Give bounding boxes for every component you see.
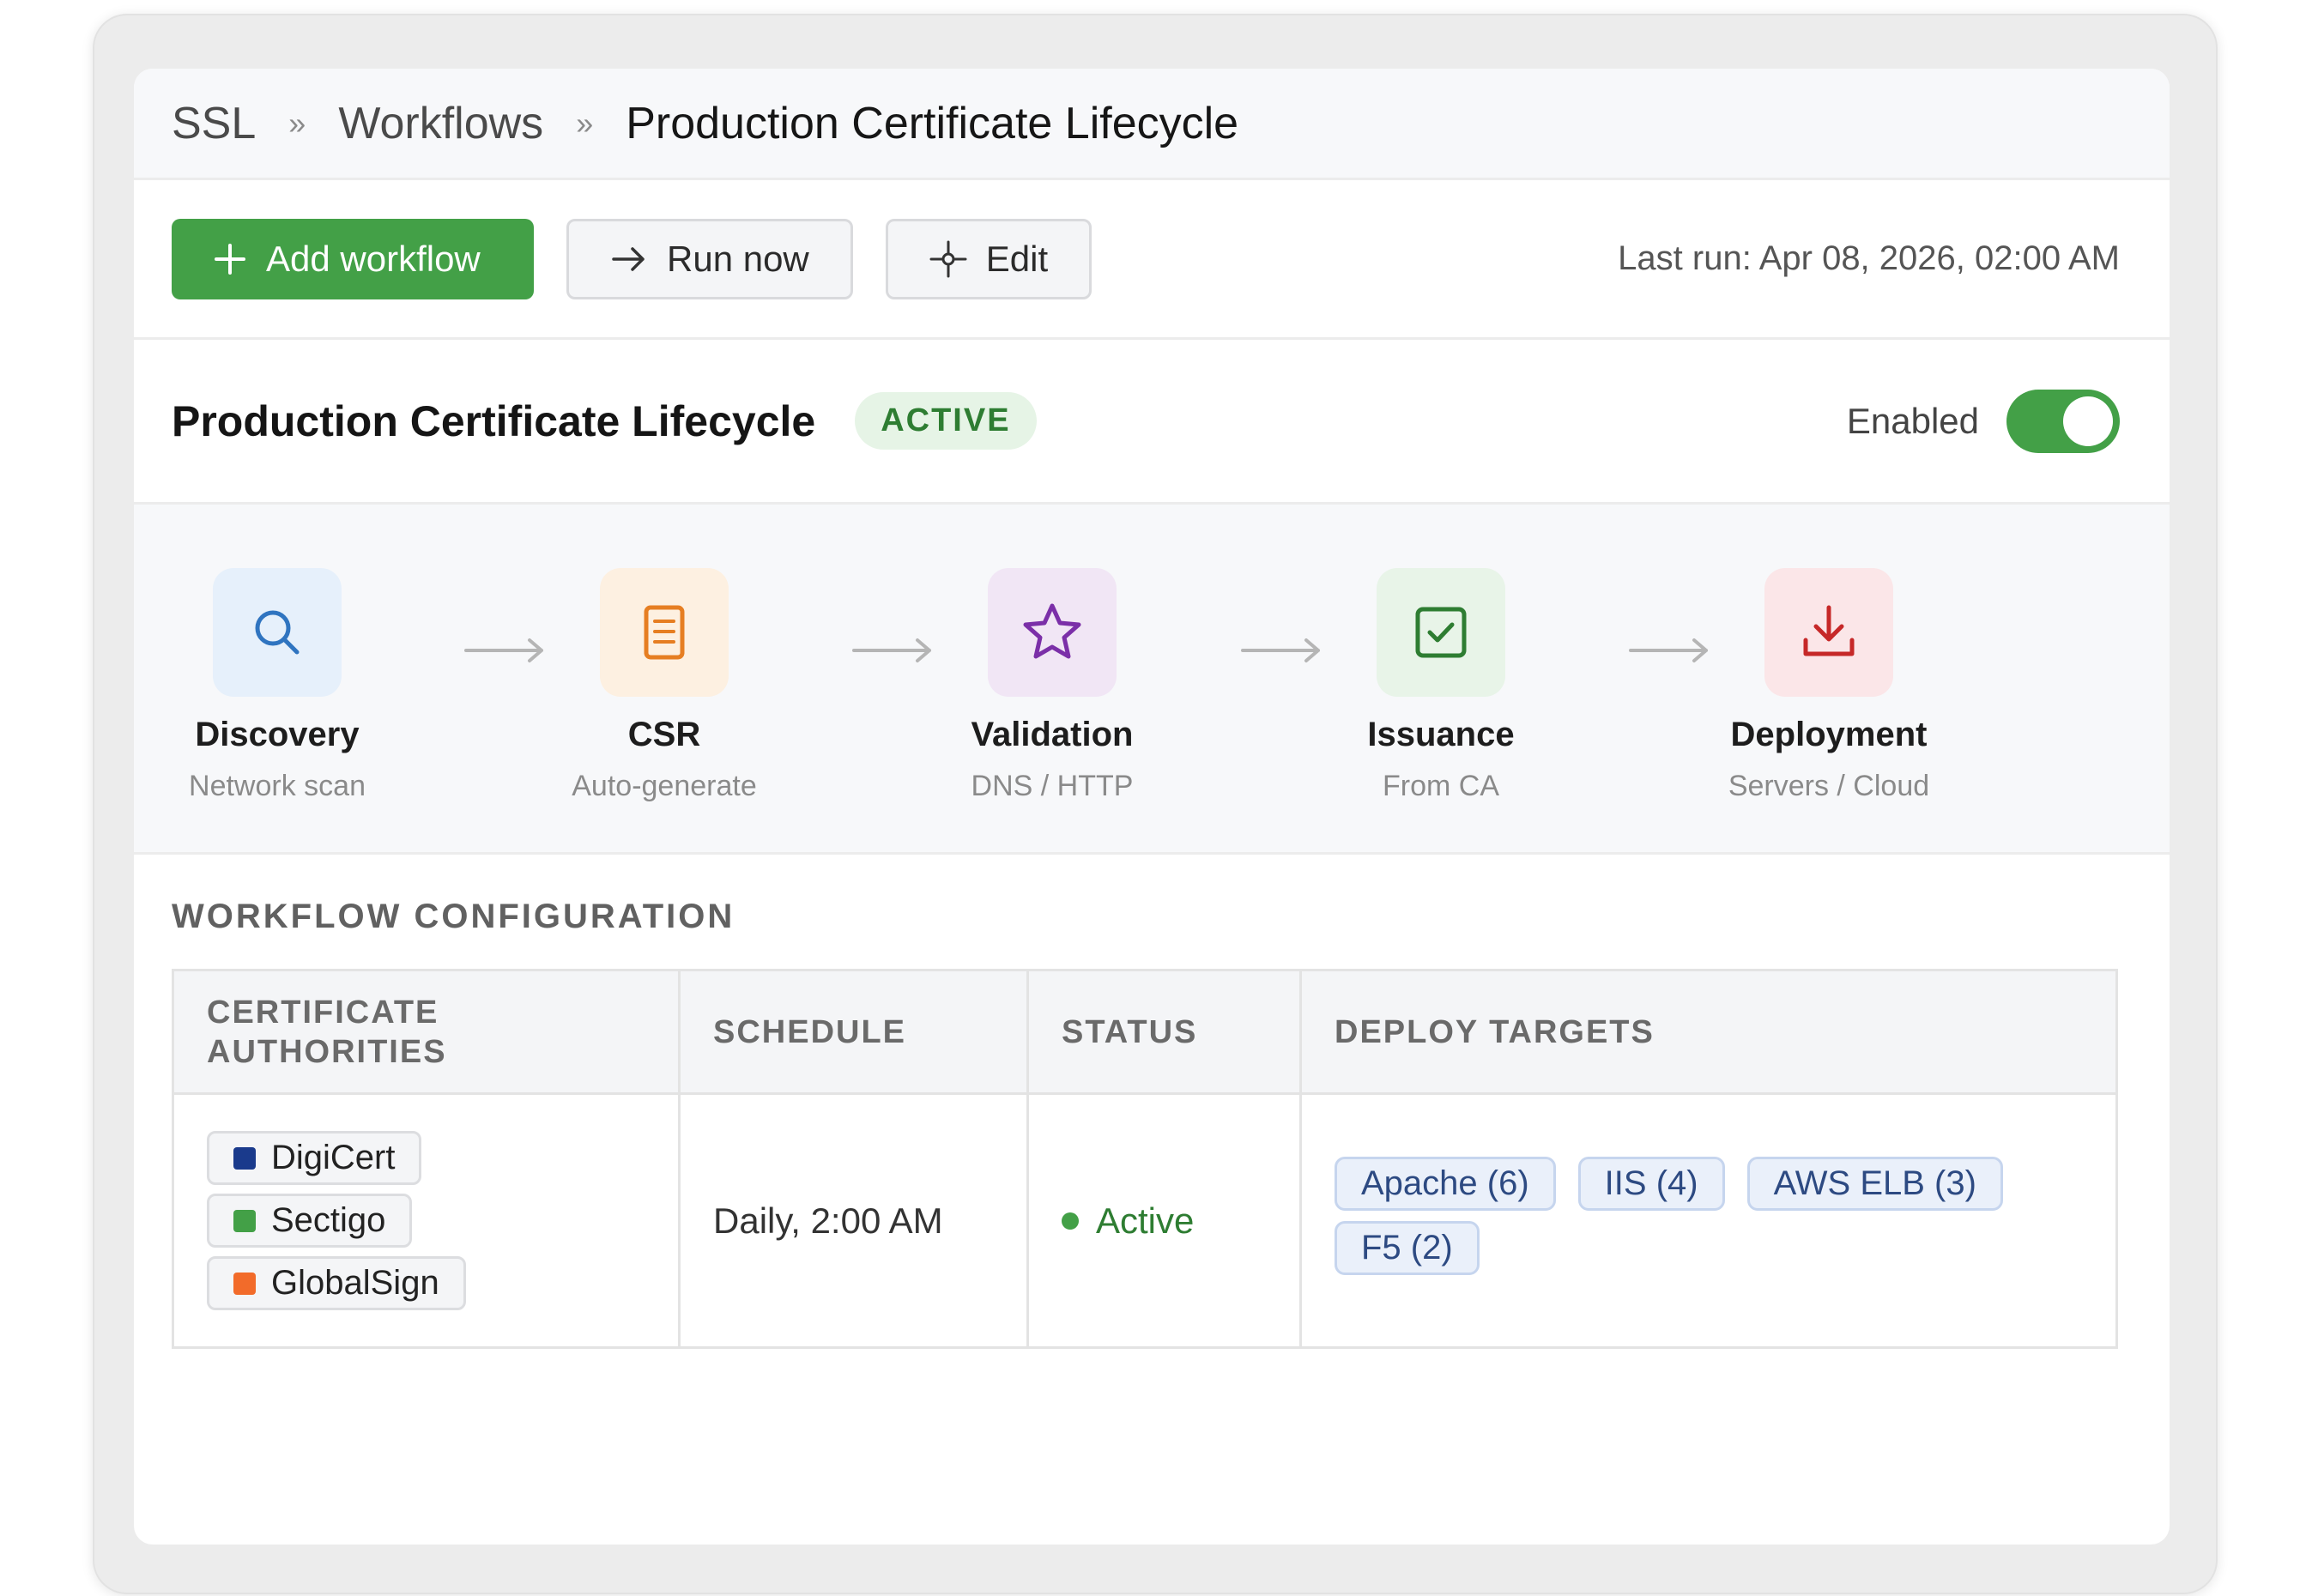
- stage-issuance[interactable]: Issuance From CA: [1312, 568, 1570, 803]
- stage-csr[interactable]: CSR Auto-generate: [536, 568, 793, 803]
- workflow-title: Production Certificate Lifecycle: [172, 396, 816, 445]
- status-badge: ACTIVE: [855, 392, 1037, 450]
- deploy-targets: Apache (6) IIS (4) AWS ELB (3) F5 (2): [1335, 1156, 2038, 1285]
- stage-name: Issuance: [1367, 716, 1515, 753]
- breadcrumb: SSL » Workflows » Production Certificate…: [134, 69, 2170, 180]
- stage-deployment[interactable]: Deployment Servers / Cloud: [1700, 568, 1958, 803]
- ca-tag-sectigo[interactable]: Sectigo: [207, 1194, 413, 1248]
- document-icon: [600, 568, 729, 697]
- ca-name: DigiCert: [271, 1139, 396, 1176]
- ca-name: GlobalSign: [271, 1264, 439, 1302]
- column-header: STATUS: [1027, 970, 1302, 1095]
- toolbar: Add workflow Run now Edit Last run: Apr …: [134, 180, 2170, 340]
- section-title: WORKFLOW CONFIGURATION: [172, 898, 735, 935]
- authorities-cell: DigiCert Sectigo GlobalSign: [172, 1093, 681, 1348]
- status-text: Active: [1096, 1200, 1195, 1241]
- stage-name: Validation: [971, 716, 1134, 753]
- search-icon: [213, 568, 342, 697]
- schedule-cell: Daily, 2:00 AM: [679, 1093, 1029, 1348]
- toggle-knob: [2063, 396, 2113, 446]
- ca-tag-globalsign[interactable]: GlobalSign: [207, 1256, 466, 1310]
- status-dot: [1062, 1212, 1079, 1230]
- ca-tag-digicert[interactable]: DigiCert: [207, 1131, 422, 1185]
- breadcrumb-separator: »: [288, 105, 306, 141]
- breadcrumb-ssl[interactable]: SSL: [172, 98, 256, 149]
- stage-sub: Servers / Cloud: [1728, 770, 1930, 802]
- arrow-right-icon: [610, 242, 648, 276]
- stage-discovery[interactable]: Discovery Network scan: [148, 568, 406, 803]
- stage-name: CSR: [627, 716, 701, 753]
- breadcrumb-workflows[interactable]: Workflows: [338, 98, 543, 149]
- run-now-button[interactable]: Run now: [566, 218, 853, 299]
- table-row: DigiCert Sectigo GlobalSign Daily, 2:00 …: [172, 1093, 2117, 1348]
- color-swatch: [233, 1272, 256, 1295]
- add-workflow-label: Add workflow: [266, 238, 481, 279]
- config-table: CERTIFICATE AUTHORITIES SCHEDULE STATUS …: [172, 969, 2118, 1349]
- breadcrumb-separator: »: [576, 105, 594, 141]
- column-header: DEPLOY TARGETS: [1300, 970, 2117, 1095]
- add-workflow-button[interactable]: Add workflow: [172, 218, 534, 299]
- stage-name: Deployment: [1730, 716, 1928, 753]
- stage-sub: DNS / HTTP: [971, 770, 1134, 802]
- enabled-label: Enabled: [1846, 400, 1979, 441]
- pipeline: Discovery Network scan CSR Auto-generate…: [134, 505, 2170, 855]
- breadcrumb-current: Production Certificate Lifecycle: [626, 98, 1239, 148]
- checkbox-icon: [1377, 568, 1505, 697]
- color-swatch: [233, 1209, 256, 1232]
- stage-sub: Network scan: [189, 770, 366, 802]
- edit-button[interactable]: Edit: [885, 218, 1092, 299]
- stage-name: Discovery: [195, 716, 360, 753]
- ca-name: Sectigo: [271, 1201, 386, 1239]
- star-icon: [988, 568, 1117, 697]
- status-cell: Active: [1027, 1093, 1302, 1348]
- column-header: CERTIFICATE AUTHORITIES: [172, 970, 681, 1095]
- enabled-control: Enabled: [1846, 389, 2120, 453]
- target-tag-f5[interactable]: F5 (2): [1335, 1220, 1480, 1275]
- target-tag-aws-elb[interactable]: AWS ELB (3): [1746, 1156, 2003, 1211]
- workflow-header: Production Certificate Lifecycle ACTIVE …: [134, 340, 2170, 505]
- stage-sub: From CA: [1383, 770, 1499, 802]
- run-now-label: Run now: [667, 238, 809, 279]
- column-header: SCHEDULE: [679, 970, 1029, 1095]
- edit-label: Edit: [985, 238, 1049, 279]
- download-icon: [1764, 568, 1893, 697]
- enabled-toggle[interactable]: [2006, 389, 2120, 453]
- color-swatch: [233, 1146, 256, 1170]
- workflow-panel: SSL » Workflows » Production Certificate…: [134, 69, 2170, 1545]
- last-run-text: Last run: Apr 08, 2026, 02:00 AM: [1618, 239, 2120, 277]
- deploy-targets-cell: Apache (6) IIS (4) AWS ELB (3) F5 (2): [1301, 1094, 2117, 1348]
- stage-validation[interactable]: Validation DNS / HTTP: [923, 568, 1181, 803]
- edit-icon: [929, 240, 967, 278]
- stage-sub: Auto-generate: [572, 770, 757, 802]
- target-tag-apache[interactable]: Apache (6): [1335, 1156, 1556, 1211]
- plus-icon: [213, 242, 247, 276]
- table-header-row: CERTIFICATE AUTHORITIES SCHEDULE STATUS …: [172, 970, 2117, 1095]
- status-indicator: Active: [1062, 1200, 1267, 1242]
- workflow-configuration: WORKFLOW CONFIGURATION CERTIFICATE AUTHO…: [134, 855, 2170, 1349]
- target-tag-iis[interactable]: IIS (4): [1577, 1156, 1725, 1211]
